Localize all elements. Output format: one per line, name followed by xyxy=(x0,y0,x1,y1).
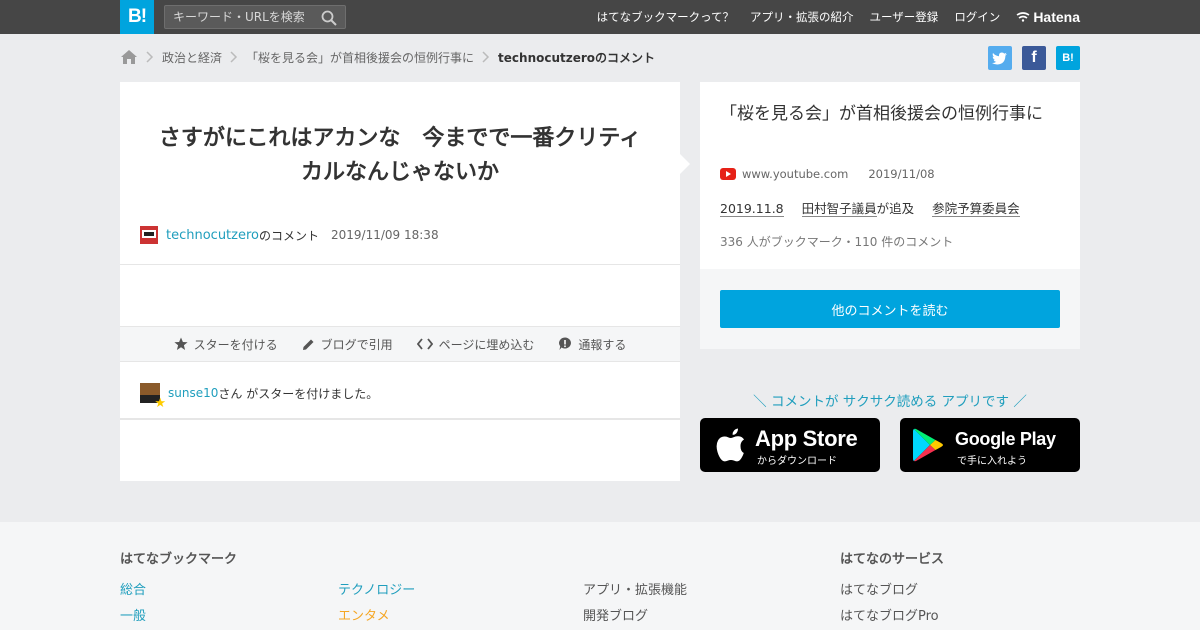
nav-login[interactable]: ログイン xyxy=(954,9,1000,25)
footer-link-general-all[interactable]: 総合 xyxy=(120,579,146,598)
share-buttons: f B! xyxy=(988,46,1080,70)
embed-button[interactable]: ページに埋め込む xyxy=(416,336,535,353)
app-store-label: App Store xyxy=(755,426,858,451)
hatena-brand-icon xyxy=(1016,12,1030,22)
google-play-button[interactable]: Google Play で手に入れよう xyxy=(900,418,1080,472)
avatar[interactable]: ★ xyxy=(140,383,166,411)
comment-text: さすがにこれはアカンな 今までで一番クリティカルなんじゃないか xyxy=(158,126,642,185)
home-icon[interactable] xyxy=(120,49,138,65)
breadcrumb: 政治と経済 「桜を見る会」が首相後援会の恒例行事に technocutzeroの… xyxy=(120,45,655,69)
facebook-icon: f xyxy=(1031,49,1037,66)
google-play-label: Google Play xyxy=(955,429,1056,449)
entry-domain[interactable]: www.youtube.com xyxy=(742,167,848,181)
footer: はてなブックマーク 総合 一般 テクノロジー エンタメ アプリ・拡張機能 開発ブ… xyxy=(0,522,1200,630)
google-play-icon xyxy=(913,428,943,462)
hatena-bookmark-logo[interactable]: B! xyxy=(120,0,154,34)
embed-label: ページに埋め込む xyxy=(438,337,535,352)
avatar[interactable] xyxy=(140,226,158,244)
quote-blog-button[interactable]: ブログで引用 xyxy=(302,336,393,353)
top-bar: B! はてなブックマークって？ アプリ・拡張の紹介 ユーザー登録 ログイン Ha… xyxy=(0,0,1200,34)
entry-title[interactable]: 「桜を見る会」が首相後援会の恒例行事に xyxy=(720,101,1065,127)
chevron-right-icon xyxy=(482,51,490,63)
twitter-share-button[interactable] xyxy=(988,46,1012,70)
comment-actions: スターを付ける ブログで引用 ページに埋め込む 通報する xyxy=(120,326,680,362)
google-play-sublabel: で手に入れよう xyxy=(957,456,1027,467)
divider xyxy=(120,418,680,420)
entry-card: 「桜を見る会」が首相後援会の恒例行事に www.youtube.com 2019… xyxy=(700,82,1080,349)
hatebu-share-button[interactable]: B! xyxy=(1056,46,1080,70)
footer-link-entertainment[interactable]: エンタメ xyxy=(338,605,390,624)
star-user-link[interactable]: sunse10 xyxy=(168,386,218,400)
star-text: さん がスターを付けました。 xyxy=(218,386,379,401)
search-box[interactable] xyxy=(164,5,346,29)
comment-card: さすがにこれはアカンな 今までで一番クリティカルなんじゃないか technocu… xyxy=(120,82,690,481)
comment-meta: technocutzero のコメント 2019/11/09 18:38 xyxy=(140,226,439,244)
pencil-icon xyxy=(302,339,314,350)
add-star-button[interactable]: スターを付ける xyxy=(173,336,278,353)
footer-link-dev-blog[interactable]: 開発ブログ xyxy=(583,605,648,624)
nav-apps[interactable]: アプリ・拡張の紹介 xyxy=(750,9,854,25)
search-icon[interactable] xyxy=(321,10,337,26)
hatena-brand[interactable]: Hatena xyxy=(1016,9,1080,25)
chevron-right-icon xyxy=(230,51,238,63)
star-list: ★ sunse10 さん がスターを付けました。 xyxy=(140,382,379,411)
footer-link-general[interactable]: 一般 xyxy=(120,605,146,624)
report-icon xyxy=(559,337,572,350)
comment-datetime[interactable]: 2019/11/09 18:38 xyxy=(331,228,439,242)
breadcrumb-entry[interactable]: 「桜を見る会」が首相後援会の恒例行事に xyxy=(246,49,474,66)
entry-desc-date[interactable]: 2019.11.8 xyxy=(720,201,784,217)
entry-description: 2019.11.8 田村智子議員が追及 参院予算委員会 xyxy=(720,198,1020,217)
star-icon xyxy=(173,337,188,350)
star-icon: ★ xyxy=(154,396,166,411)
entry-info: 「桜を見る会」が首相後援会の恒例行事に www.youtube.com 2019… xyxy=(700,82,1080,269)
footer-link-hatena-blog-pro[interactable]: はてなブログPro xyxy=(840,605,939,624)
footer-heading-services: はてなのサービス xyxy=(840,552,945,567)
divider xyxy=(120,264,680,265)
footer-link-apps[interactable]: アプリ・拡張機能 xyxy=(583,579,687,598)
youtube-icon xyxy=(720,168,736,180)
footer-heading-bookmark: はてなブックマーク xyxy=(120,552,238,567)
twitter-icon xyxy=(992,52,1007,65)
code-icon xyxy=(416,338,433,350)
apple-icon xyxy=(716,428,744,462)
search-input[interactable] xyxy=(173,8,318,26)
entry-date: 2019/11/08 xyxy=(868,167,935,181)
app-store-sublabel: からダウンロード xyxy=(757,456,837,467)
comment-user-link[interactable]: technocutzero xyxy=(166,228,259,243)
read-comments-button[interactable]: 他のコメントを読む xyxy=(720,290,1060,328)
top-nav: はてなブックマークって？ アプリ・拡張の紹介 ユーザー登録 ログイン Haten… xyxy=(597,0,1080,34)
chevron-right-icon xyxy=(146,51,154,63)
bookmark-count[interactable]: 336 人がブックマーク・110 件のコメント xyxy=(720,233,953,250)
hatebu-icon: B! xyxy=(1062,52,1074,64)
breadcrumb-category[interactable]: 政治と経済 xyxy=(162,49,222,66)
report-button[interactable]: 通報する xyxy=(558,336,626,353)
footer-link-hatena-blog[interactable]: はてなブログ xyxy=(840,579,918,598)
entry-desc-committee[interactable]: 参院予算委員会 xyxy=(932,201,1020,217)
nav-about[interactable]: はてなブックマークって？ xyxy=(597,9,734,25)
app-tagline: ＼ コメントが サクサク読める アプリです ／ xyxy=(753,394,1027,410)
comment-user-suffix: のコメント xyxy=(259,228,320,243)
entry-source: www.youtube.com 2019/11/08 xyxy=(720,167,935,181)
breadcrumb-current: technocutzeroのコメント xyxy=(498,50,656,65)
nav-signup[interactable]: ユーザー登録 xyxy=(870,9,939,25)
app-store-button[interactable]: App Store からダウンロード xyxy=(700,418,880,472)
entry-desc-person[interactable]: 田村智子議員 xyxy=(801,201,877,217)
quote-blog-label: ブログで引用 xyxy=(320,337,393,352)
add-star-label: スターを付ける xyxy=(193,337,278,352)
report-label: 通報する xyxy=(578,337,627,352)
hatena-brand-label: Hatena xyxy=(1033,9,1080,25)
facebook-share-button[interactable]: f xyxy=(1022,46,1046,70)
footer-link-technology[interactable]: テクノロジー xyxy=(338,579,415,598)
entry-desc-mid: が追及 xyxy=(876,201,915,216)
